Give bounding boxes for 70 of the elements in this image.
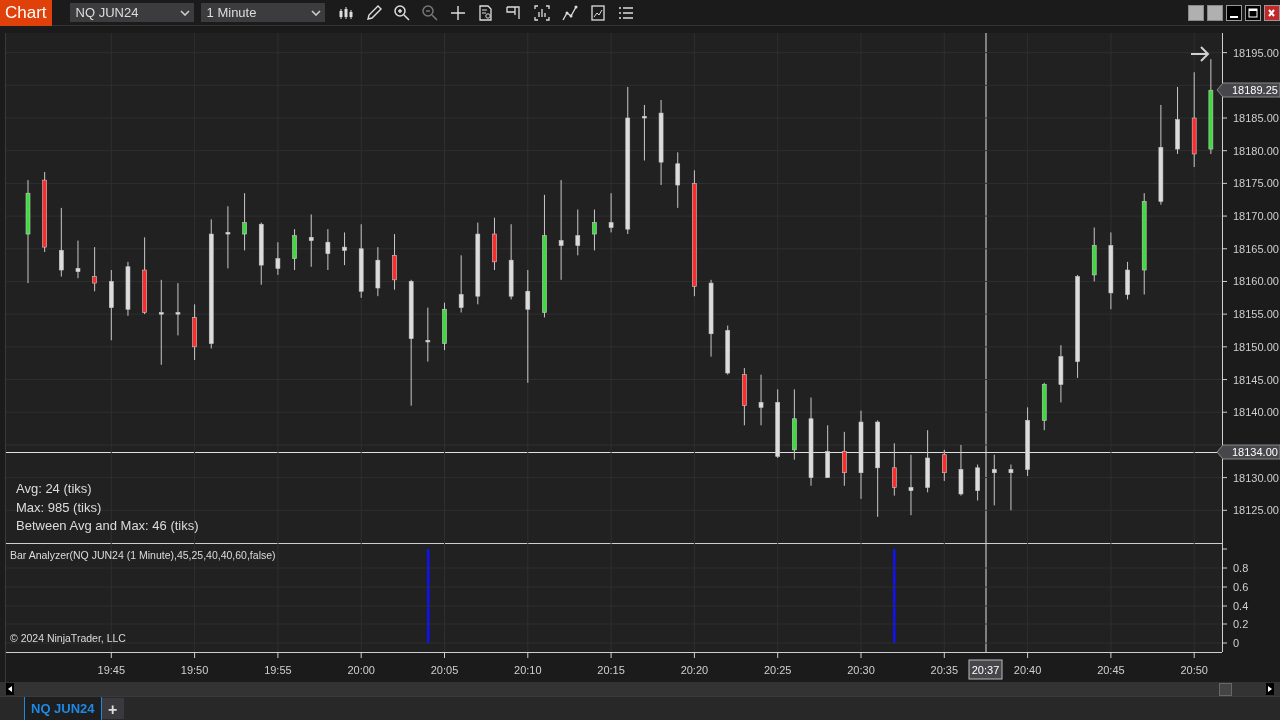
time-label: 20:05 [430,664,459,676]
pencil-icon[interactable] [364,3,383,22]
time-label: 19:55 [264,664,292,676]
time-label: 20:10 [514,664,542,676]
add-tab-button[interactable]: + [101,698,124,719]
indicator-axis-label: 0.2 [1233,618,1249,630]
indicator-axis-label: 0 [1233,637,1240,649]
chart-button[interactable]: Chart [0,0,52,26]
bar-chart-icon[interactable] [532,3,551,22]
maximize-icon [1248,7,1258,18]
stat-text: Avg: 24 (tiks) [16,481,92,496]
crosshair-icon[interactable] [448,3,467,22]
time-label: 20:45 [1097,664,1125,676]
copyright-text: © 2024 NinjaTrader, LLC [10,632,126,644]
time-label: 19:45 [97,664,126,676]
time-label: 20:15 [597,664,625,676]
indicator-axis-label: 0.4 [1233,600,1249,612]
price-label: 18185.00 [1233,112,1279,124]
price-label: 18125.00 [1233,504,1279,517]
time-label: 20:00 [347,664,375,676]
triangle-left-icon [8,686,12,692]
clipboard-chart-icon[interactable] [588,3,607,22]
scrollbar-thumb[interactable] [1219,682,1232,696]
time-label: 20:30 [847,664,875,676]
time-label: 20:40 [1013,664,1042,676]
dropdown[interactable]: NQ JUN24 [69,3,194,22]
minimize-icon [1230,15,1238,18]
indicator-title: Bar Analyzer(NQ JUN24 (1 Minute),45,25,40,40,60,false) [10,549,276,561]
crosshair-time-marker: 20:37 [968,659,1003,680]
price-label: 18170.00 [1233,210,1279,223]
chevron-down-icon [310,9,321,16]
price-label: 18160.00 [1233,275,1279,288]
dropdown[interactable]: 1 Minute [200,3,325,22]
price-label: 18155.00 [1233,308,1279,321]
price-marker: 18134.00 [1216,444,1280,460]
price-marker: 18189.25 [1216,82,1280,98]
tile-button[interactable] [1207,4,1223,21]
maximize-button[interactable] [1245,4,1261,21]
arrow-right-icon[interactable] [1190,46,1210,62]
price-label: 18145.00 [1233,373,1279,386]
chevron-down-icon [179,9,190,16]
time-label: 20:25 [763,664,792,676]
close-button[interactable] [1264,4,1280,21]
price-label: 18175.00 [1233,177,1279,190]
time-label: 20:35 [930,664,959,676]
price-label: 18165.00 [1233,242,1279,255]
time-label: 19:50 [180,664,209,676]
price-label: 18130.00 [1233,471,1279,484]
indicator-axis-label: 0.6 [1233,581,1249,593]
scroll-right-button[interactable] [1266,683,1274,695]
close-icon [1268,7,1276,18]
zoom-out-icon[interactable] [420,3,439,22]
price-label: 18140.00 [1233,406,1279,419]
stat-text: Between Avg and Max: 46 (tiks) [16,518,199,533]
time-label: 20:50 [1180,664,1208,676]
panel-layout-icon[interactable] [504,3,523,22]
price-label: 18195.00 [1233,46,1279,59]
restore-button[interactable] [1188,4,1204,21]
zoom-in-icon[interactable] [392,3,411,22]
stat-text: Max: 985 (tiks) [16,499,102,515]
time-label: 20:20 [680,664,709,676]
minimize-button[interactable] [1226,4,1242,21]
document-search-icon[interactable] [476,3,495,22]
price-label: 18150.00 [1233,340,1279,353]
price-label: 18180.00 [1233,144,1279,157]
scroll-left-button[interactable] [6,683,14,695]
triangle-right-icon [1268,686,1272,692]
line-chart-icon[interactable] [560,3,579,22]
indicator-axis-label: 0.8 [1233,562,1249,574]
chart-tab[interactable]: NQ JUN24 [24,697,102,720]
